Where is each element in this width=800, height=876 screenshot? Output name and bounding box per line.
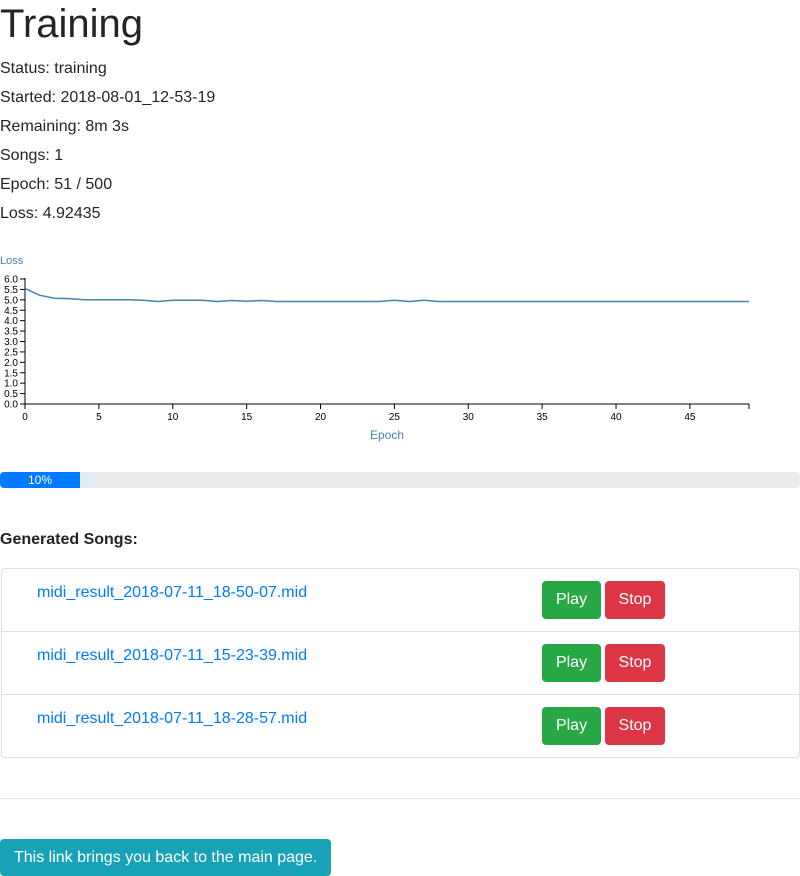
stop-button[interactable]: Stop [605,581,665,619]
chart-title: Loss [0,255,24,267]
play-button[interactable]: Play [542,581,601,619]
x-tick-label: 10 [167,412,179,423]
song-row: midi_result_2018-07-11_18-28-57.mid Play… [2,694,799,757]
y-tick-label: 4.5 [4,306,18,317]
loss-text: Loss: 4.92435 [0,205,101,222]
divider [0,798,800,799]
y-tick-label: 5.5 [4,285,18,296]
epoch-text: Epoch: 51 / 500 [0,176,113,193]
y-tick-label: 3.5 [4,327,18,338]
back-to-main-button[interactable]: This link brings you back to the main pa… [0,839,332,876]
loss-line [24,287,749,303]
page-title: Training [0,2,144,46]
song-link[interactable]: midi_result_2018-07-11_18-50-07.mid [37,584,307,602]
songs-count-text: Songs: 1 [0,147,64,164]
x-axis-label: Epoch [370,428,404,442]
song-link[interactable]: midi_result_2018-07-11_15-23-39.mid [37,647,307,665]
x-tick-label: 40 [610,412,622,423]
y-tick-label: 3.0 [4,337,18,348]
loss-chart: Loss 0.00.51.01.52.02.53.03.54.04.55.05.5… [0,255,750,442]
progress-bar: 10% [0,472,80,488]
play-button[interactable]: Play [542,707,601,745]
song-link[interactable]: midi_result_2018-07-11_18-28-57.mid [37,710,307,728]
x-tick-label: 20 [315,412,327,423]
stop-button[interactable]: Stop [605,707,665,745]
x-tick-label: 45 [684,412,696,423]
generated-songs-heading: Generated Songs: [0,531,138,548]
x-tick-label: 25 [389,412,401,423]
y-tick-label: 5.0 [4,295,18,306]
x-tick-label: 30 [463,412,475,423]
x-tick-label: 15 [241,412,253,423]
y-tick-label: 0.0 [4,400,18,411]
x-tick-label: 0 [22,412,28,423]
play-button[interactable]: Play [542,644,601,682]
y-tick-label: 0.5 [4,389,18,400]
remaining-text: Remaining: 8m 3s [0,118,129,135]
song-row: midi_result_2018-07-11_18-50-07.mid Play… [2,569,799,631]
training-progress: 10% [0,472,800,488]
x-tick-label: 35 [537,412,549,423]
y-tick-label: 2.5 [4,347,18,358]
x-tick-label: 5 [96,412,102,423]
y-tick-label: 6.0 [4,275,18,286]
stop-button[interactable]: Stop [605,644,665,682]
status-text: Status: training [0,60,107,77]
y-tick-label: 2.0 [4,358,18,369]
y-tick-label: 1.5 [4,368,18,379]
started-text: Started: 2018-08-01_12-53-19 [0,89,216,106]
y-tick-label: 4.0 [4,316,18,327]
song-list: midi_result_2018-07-11_18-50-07.mid Play… [1,568,800,758]
song-row: midi_result_2018-07-11_15-23-39.mid Play… [2,631,799,694]
y-tick-label: 1.0 [4,379,18,390]
